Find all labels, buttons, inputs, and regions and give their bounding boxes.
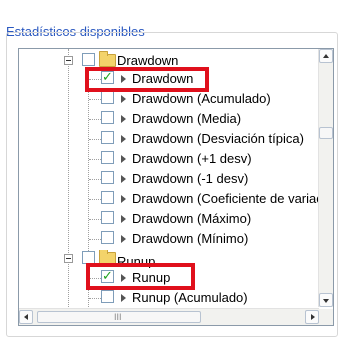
drawdown-maximo-checkbox[interactable] [101, 211, 114, 224]
drawdown-plus1-checkbox[interactable] [101, 151, 114, 164]
tree-row-runup-acumulado[interactable]: Runup (Acumulado) [19, 288, 319, 307]
tree-row-drawdown-acumulado[interactable]: Drawdown (Acumulado) [19, 89, 319, 109]
scroll-left-button[interactable] [19, 310, 33, 324]
tree-row-label: Drawdown [117, 53, 179, 68]
highlight-box-drawdown [85, 67, 209, 92]
tree-row-drawdown-maximo[interactable]: Drawdown (Máximo) [19, 209, 319, 229]
chevron-right-icon [311, 314, 315, 320]
highlight-box-runup [86, 263, 195, 290]
tree-row-drawdown-media[interactable]: Drawdown (Media) [19, 109, 319, 129]
scroll-grip: III [114, 312, 122, 322]
folder-icon [99, 51, 116, 67]
vertical-scroll-thumb[interactable] [319, 127, 333, 139]
runup-acumulado-checkbox[interactable] [101, 290, 114, 303]
scroll-right-button[interactable] [305, 310, 319, 324]
drawdown-minus1-checkbox[interactable] [101, 171, 114, 184]
tree-row-drawdown-minimo[interactable]: Drawdown (Mínimo) [19, 229, 319, 249]
drawdown-folder-checkbox[interactable] [82, 53, 95, 66]
collapse-icon[interactable] [64, 254, 73, 263]
tree-row-label: Drawdown (Media) [132, 111, 242, 126]
item-arrow-icon [121, 215, 126, 223]
drawdown-minimo-checkbox[interactable] [101, 231, 114, 244]
scroll-down-button[interactable] [319, 293, 333, 307]
horizontal-scrollbar[interactable]: III [19, 308, 319, 325]
tree-row-drawdown-minus1[interactable]: Drawdown (-1 desv) [19, 169, 319, 189]
vertical-scrollbar[interactable] [318, 49, 333, 307]
scroll-up-button[interactable] [319, 49, 333, 63]
tree-row-label: Drawdown (Máximo) [132, 211, 252, 226]
item-arrow-icon [121, 95, 126, 103]
item-arrow-icon [121, 195, 126, 203]
item-arrow-icon [121, 175, 126, 183]
item-arrow-icon [121, 135, 126, 143]
chevron-down-icon [323, 299, 329, 303]
item-arrow-icon [121, 155, 126, 163]
item-arrow-icon [121, 115, 126, 123]
horizontal-scroll-thumb[interactable]: III [37, 311, 201, 323]
drawdown-acumulado-checkbox[interactable] [101, 91, 114, 104]
tree-row-label: Drawdown (Acumulado) [132, 91, 271, 106]
tree-line [89, 139, 101, 140]
tree-content: Drawdown Drawdown Drawdown (Acumulado) D… [19, 49, 319, 307]
tree-row-label: Drawdown (Mínimo) [132, 231, 249, 246]
tree-row-drawdown-desviacion[interactable]: Drawdown (Desviación típica) [19, 129, 319, 149]
item-arrow-icon [121, 235, 126, 243]
drawdown-desviacion-checkbox[interactable] [101, 131, 114, 144]
tree-row-label: Drawdown (+1 desv) [132, 151, 252, 166]
chevron-up-icon [323, 54, 329, 58]
tree-row-drawdown-coeficiente[interactable]: Drawdown (Coeficiente de variación) [19, 189, 319, 209]
tree-line [89, 239, 101, 240]
tree-row-label: Drawdown (Coeficiente de variación) [132, 191, 319, 206]
drawdown-coeficiente-checkbox[interactable] [101, 191, 114, 204]
tree-row-label: Drawdown (Desviación típica) [132, 131, 304, 146]
tree-line [89, 199, 101, 200]
scrollbar-corner [319, 309, 333, 325]
collapse-icon[interactable] [64, 56, 73, 65]
tree-row-label: Runup (Acumulado) [132, 290, 248, 305]
item-arrow-icon [121, 294, 126, 302]
drawdown-media-checkbox[interactable] [101, 111, 114, 124]
tree-line [89, 159, 101, 160]
tree-line [89, 179, 101, 180]
tree-row-label: Drawdown (-1 desv) [132, 171, 249, 186]
statistics-tree[interactable]: Drawdown Drawdown Drawdown (Acumulado) D… [18, 48, 334, 326]
tree-line [89, 219, 101, 220]
tree-row-drawdown-plus1[interactable]: Drawdown (+1 desv) [19, 149, 319, 169]
tree-line [89, 298, 101, 299]
tree-line [89, 119, 101, 120]
tree-line [89, 99, 101, 100]
chevron-left-icon [24, 314, 28, 320]
